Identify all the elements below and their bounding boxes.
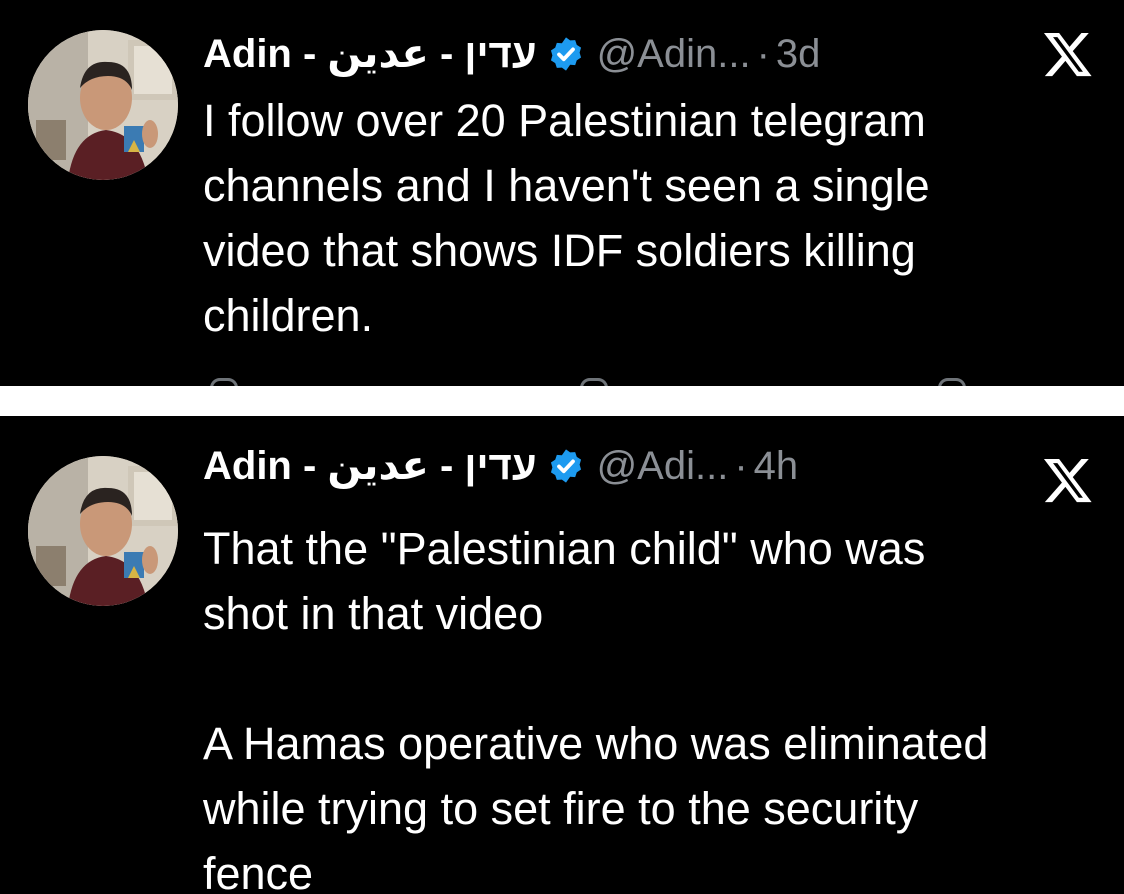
separator-dot: · [756, 31, 770, 76]
tweet-text: I follow over 20 Palestinian telegram ch… [203, 95, 930, 341]
timestamp[interactable]: 3d [776, 32, 821, 77]
display-name[interactable]: Adin - עדין - عدين [203, 443, 537, 489]
user-handle[interactable]: @Adin... [597, 32, 751, 77]
retweet-icon[interactable] [580, 378, 608, 386]
user-handle[interactable]: @Adi... [597, 444, 729, 489]
timestamp[interactable]: 4h [754, 444, 799, 489]
tweet-card-2[interactable]: Adin - עדין - عدين @Adi... · 4h That the… [0, 416, 1124, 894]
tweet-header: Adin - עדין - عدين @Adi... · 4h [203, 438, 798, 494]
verified-badge-icon [547, 447, 585, 485]
x-logo-icon [1042, 454, 1094, 506]
tweet-text: That the "Palestinian child" who was sho… [203, 523, 989, 894]
profile-avatar[interactable] [28, 30, 178, 180]
x-logo-icon [1042, 28, 1094, 80]
views-icon[interactable] [938, 378, 966, 386]
tweet-header: Adin - עדין - عدين @Adin... · 3d [203, 26, 820, 82]
verified-badge-icon [547, 35, 585, 73]
separator-dot: · [734, 443, 748, 488]
tweet-card-1[interactable]: Adin - עדין - عدين @Adin... · 3d I follo… [0, 0, 1124, 386]
reply-icon[interactable] [210, 378, 238, 386]
display-name[interactable]: Adin - עדין - عدين [203, 31, 537, 77]
profile-avatar[interactable] [28, 456, 178, 606]
